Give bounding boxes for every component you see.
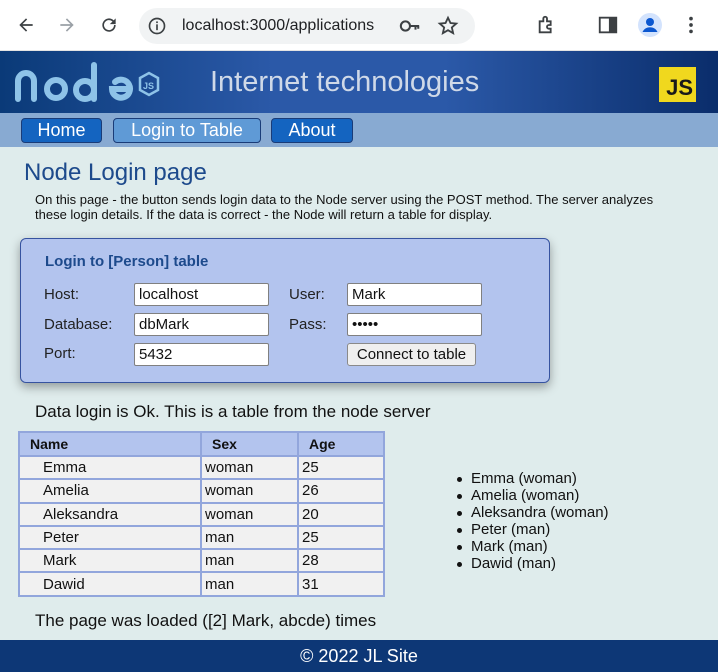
login-ok-message: Data login is Ok. This is a table from t… [35, 402, 431, 421]
browser-toolbar: localhost:3000/applications [0, 0, 718, 51]
url-text[interactable]: localhost:3000/applications [182, 17, 374, 35]
side-panel-icon[interactable] [597, 14, 619, 36]
forward-arrow-icon[interactable] [54, 12, 80, 38]
star-icon[interactable] [437, 15, 459, 37]
list-item: Mark (man) [457, 538, 609, 555]
person-list: Emma (woman) Amelia (woman) Aleksandra (… [457, 470, 609, 572]
profile-icon[interactable] [638, 13, 662, 37]
database-input[interactable] [134, 313, 269, 336]
cell-name: Dawid [18, 571, 202, 597]
page-title: Node Login page [24, 159, 207, 186]
extensions-icon[interactable] [536, 14, 558, 36]
table-row: Emma woman 25 [18, 454, 385, 481]
host-input[interactable] [134, 283, 269, 306]
pass-label: Pass: [289, 316, 327, 333]
table-row: Mark man 28 [18, 548, 385, 574]
user-input[interactable] [347, 283, 482, 306]
cell-sex: woman [200, 478, 299, 504]
cell-age: 25 [297, 454, 385, 481]
page-description: On this page - the button sends login da… [35, 192, 654, 222]
login-to-table-button[interactable]: Login to Table [113, 118, 261, 143]
cell-age: 25 [297, 524, 385, 551]
cell-name: Amelia [18, 478, 202, 504]
cell-name: Aleksandra [18, 501, 202, 527]
home-button[interactable]: Home [21, 118, 102, 143]
node-js-logo: JS [15, 62, 160, 102]
cell-name: Emma [18, 454, 202, 481]
about-button[interactable]: About [271, 118, 353, 143]
login-form-title: Login to [Person] table [45, 253, 209, 270]
column-header-age: Age [297, 431, 385, 457]
cell-name: Peter [18, 524, 202, 551]
info-icon[interactable] [147, 16, 167, 36]
table-row: Aleksandra woman 20 [18, 501, 385, 527]
page-content: JS Internet technologies JS Home Login t… [0, 51, 718, 672]
port-label: Port: [44, 345, 76, 362]
list-item: Amelia (woman) [457, 487, 609, 504]
back-arrow-icon[interactable] [13, 12, 39, 38]
reload-icon[interactable] [96, 12, 122, 38]
person-table: Name Sex Age Emma woman 25 Amelia woman … [18, 431, 385, 597]
port-input[interactable] [134, 343, 269, 366]
cell-sex: woman [200, 501, 299, 527]
cell-sex: man [200, 548, 299, 574]
svg-text:JS: JS [143, 81, 154, 91]
table-row: Amelia woman 26 [18, 478, 385, 504]
page-load-count-message: The page was loaded ([2] Mark, abcde) ti… [35, 611, 377, 630]
js-logo: JS [659, 67, 696, 102]
cell-age: 26 [297, 478, 385, 504]
user-label: User: [289, 286, 325, 303]
more-menu-icon[interactable] [680, 14, 702, 36]
connect-to-table-button[interactable]: Connect to table [347, 343, 476, 366]
list-item: Emma (woman) [457, 470, 609, 487]
cell-age: 20 [297, 501, 385, 527]
list-item: Peter (man) [457, 521, 609, 538]
list-item: Dawid (man) [457, 555, 609, 572]
column-header-name: Name [18, 431, 202, 457]
nav-menu: Home Login to Table About [0, 113, 718, 147]
host-label: Host: [44, 286, 80, 303]
list-item: Aleksandra (woman) [457, 504, 609, 521]
cell-age: 28 [297, 548, 385, 574]
column-header-sex: Sex [200, 431, 299, 457]
cell-age: 31 [297, 571, 385, 597]
site-title: Internet technologies [210, 66, 480, 98]
cell-sex: man [200, 524, 299, 551]
cell-sex: woman [200, 454, 299, 481]
cell-sex: man [200, 571, 299, 597]
cell-name: Mark [18, 548, 202, 574]
table-row: Dawid man 31 [18, 571, 385, 597]
database-label: Database: [44, 316, 113, 333]
address-bar[interactable]: localhost:3000/applications [139, 8, 475, 44]
table-header-row: Name Sex Age [18, 431, 385, 457]
footer-text: © 2022 JL Site [300, 645, 418, 666]
password-input[interactable] [347, 313, 482, 336]
table-row: Peter man 25 [18, 524, 385, 551]
site-footer: © 2022 JL Site [0, 640, 718, 672]
key-icon[interactable] [399, 16, 421, 36]
login-form: Login to [Person] table Host: Database: … [20, 238, 550, 383]
site-banner: JS Internet technologies JS [0, 51, 718, 113]
